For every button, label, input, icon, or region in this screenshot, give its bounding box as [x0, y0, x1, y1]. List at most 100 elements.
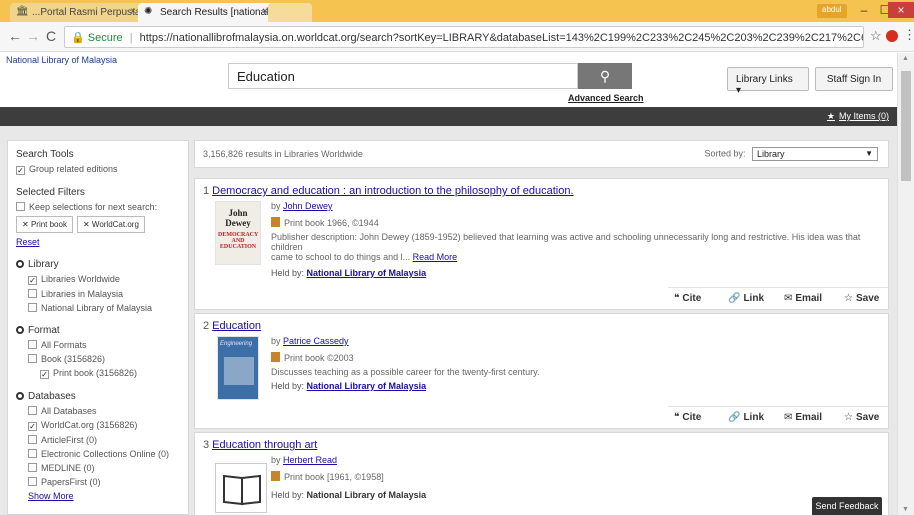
- filter-option[interactable]: ✓ Print book (3156826): [16, 368, 180, 379]
- result-details: by John Dewey Print book 1966, ©1944 Pub…: [271, 201, 871, 278]
- author-link[interactable]: Herbert Read: [283, 455, 337, 465]
- chip-worldcat[interactable]: ✕ WorldCat.org: [76, 216, 145, 233]
- staff-sign-in-button[interactable]: Staff Sign In: [815, 67, 893, 91]
- book-cover-image[interactable]: Engineering: [217, 336, 259, 400]
- bookmark-star-icon[interactable]: ☆: [870, 28, 882, 44]
- selected-filters-title: Selected Filters: [16, 187, 85, 198]
- checkbox-unchecked[interactable]: [28, 463, 37, 472]
- group-related-row[interactable]: ✓ Group related editions: [16, 164, 180, 175]
- checkbox-unchecked[interactable]: [28, 340, 37, 349]
- scroll-up-arrow-icon[interactable]: ▲: [902, 55, 909, 62]
- my-items-link[interactable]: ★ My Items (0): [827, 111, 889, 122]
- held-by-link[interactable]: National Library of Malaysia: [307, 268, 427, 278]
- format-section-title: Format: [16, 325, 180, 336]
- link-button[interactable]: 🔗 Link: [728, 412, 764, 423]
- filter-option[interactable]: ✓ WorldCat.org (3156826): [16, 420, 180, 431]
- filter-option[interactable]: Libraries in Malaysia: [16, 289, 180, 299]
- filter-option[interactable]: National Library of Malaysia: [16, 303, 180, 313]
- filter-label: Libraries Worldwide: [41, 274, 120, 284]
- search-button[interactable]: ⚲: [578, 63, 632, 89]
- held-by: Held by: National Library of Malaysia: [271, 381, 871, 391]
- email-button[interactable]: ✉ Email: [784, 412, 822, 423]
- cite-button[interactable]: ❝ Cite: [674, 293, 701, 304]
- checkbox-unchecked[interactable]: [28, 449, 37, 458]
- reload-icon[interactable]: C: [46, 28, 56, 44]
- filter-option[interactable]: All Formats: [16, 340, 180, 350]
- read-more-link[interactable]: Read More: [413, 252, 458, 262]
- held-by-link[interactable]: National Library of Malaysia: [307, 381, 427, 391]
- extension-icon[interactable]: [886, 30, 898, 42]
- sort-label: Sorted by:: [704, 148, 746, 159]
- remove-icon[interactable]: ✕: [83, 220, 90, 229]
- library-links-dropdown[interactable]: Library Links ▾: [727, 67, 809, 96]
- book-placeholder-icon[interactable]: [215, 463, 267, 513]
- filter-option[interactable]: ArticleFirst (0): [16, 435, 180, 445]
- remove-icon[interactable]: ✕: [22, 220, 29, 229]
- cover-text: John: [228, 208, 248, 218]
- checkbox-checked[interactable]: ✓: [16, 166, 25, 175]
- new-tab-button[interactable]: [268, 3, 312, 22]
- checkbox-unchecked[interactable]: [28, 477, 37, 486]
- filter-label: National Library of Malaysia: [41, 303, 153, 313]
- result-actions: ❝ Cite 🔗 Link ✉ Email ☆ Save: [668, 287, 888, 309]
- filter-option[interactable]: MEDLINE (0): [16, 463, 180, 473]
- advanced-search-link[interactable]: Advanced Search: [568, 93, 644, 103]
- link-label: Link: [743, 412, 765, 423]
- checkbox-checked[interactable]: ✓: [40, 370, 49, 379]
- send-feedback-button[interactable]: Send Feedback: [812, 497, 882, 515]
- chip-print-book[interactable]: ✕ Print book: [16, 216, 73, 233]
- chrome-menu-icon[interactable]: ⋮: [903, 27, 914, 43]
- checkbox-unchecked[interactable]: [28, 303, 37, 312]
- save-button[interactable]: ☆ Save: [844, 412, 879, 423]
- author-link[interactable]: John Dewey: [283, 201, 333, 211]
- checkbox-unchecked[interactable]: [16, 202, 25, 211]
- back-arrow-icon[interactable]: ←: [8, 28, 22, 44]
- checkbox-unchecked[interactable]: [28, 289, 37, 298]
- book-cover-image[interactable]: John Dewey DEMOCRACY AND EDUCATION: [215, 201, 261, 265]
- author-link[interactable]: Patrice Cassedy: [283, 336, 349, 346]
- filter-option[interactable]: ✓ Libraries Worldwide: [16, 274, 180, 285]
- worldcat-favicon-icon: ✺: [144, 6, 153, 17]
- tab-search-results[interactable]: ✺ Search Results [nationall ×: [138, 3, 274, 22]
- filter-option[interactable]: Book (3156826): [16, 354, 180, 364]
- save-button[interactable]: ☆ Save: [844, 293, 879, 304]
- search-icon: ⚲: [599, 68, 611, 84]
- result-title-link[interactable]: Education through art: [212, 439, 317, 451]
- sort-select[interactable]: Library ▼: [752, 147, 878, 161]
- checkbox-unchecked[interactable]: [28, 435, 37, 444]
- email-button[interactable]: ✉ Email: [784, 293, 822, 304]
- library-section-title: Library: [16, 259, 180, 270]
- checkbox-checked[interactable]: ✓: [28, 422, 37, 431]
- checkbox-checked[interactable]: ✓: [28, 276, 37, 285]
- show-more-link[interactable]: Show More: [28, 491, 74, 501]
- checkbox-unchecked[interactable]: [28, 406, 37, 415]
- scroll-down-arrow-icon[interactable]: ▼: [902, 506, 909, 513]
- held-by: Held by: National Library of Malaysia: [271, 490, 871, 500]
- forward-arrow-icon[interactable]: →: [26, 28, 40, 44]
- email-label: Email: [795, 293, 823, 304]
- search-input[interactable]: Education: [228, 63, 578, 89]
- url-bar[interactable]: 🔒 Secure | https://nationallibrofmalaysi…: [64, 26, 864, 48]
- reset-link[interactable]: Reset: [16, 237, 40, 247]
- tab-close-icon[interactable]: ×: [130, 6, 136, 17]
- envelope-icon: ✉: [784, 412, 793, 423]
- link-button[interactable]: 🔗 Link: [728, 293, 764, 304]
- tab-portal-rasmi[interactable]: 🏛 ...Portal Rasmi Perpustak ×: [10, 3, 142, 22]
- result-title-link[interactable]: Education: [212, 320, 261, 332]
- filter-option[interactable]: All Databases: [16, 406, 180, 416]
- filter-option[interactable]: Electronic Collections Online (0): [16, 449, 180, 459]
- filter-option[interactable]: PapersFirst (0): [16, 477, 180, 487]
- cover-text: DEMOCRACY AND EDUCATION: [218, 232, 259, 250]
- site-name-link[interactable]: National Library of Malaysia: [6, 55, 117, 65]
- user-profile-badge[interactable]: abdul: [817, 4, 847, 18]
- result-title-link[interactable]: Democracy and education : an introductio…: [212, 185, 573, 197]
- chip-label: WorldCat.org: [91, 220, 139, 229]
- page-scrollbar[interactable]: ▲ ▼: [897, 53, 914, 515]
- tab-label: ...Portal Rasmi Perpustak: [32, 7, 142, 18]
- scrollbar-thumb[interactable]: [901, 71, 911, 181]
- site-header: National Library of Malaysia Education ⚲…: [0, 53, 914, 107]
- close-window-button[interactable]: ×: [888, 2, 914, 18]
- cite-button[interactable]: ❝ Cite: [674, 412, 701, 423]
- keep-selections-row[interactable]: Keep selections for next search:: [16, 202, 180, 212]
- checkbox-unchecked[interactable]: [28, 354, 37, 363]
